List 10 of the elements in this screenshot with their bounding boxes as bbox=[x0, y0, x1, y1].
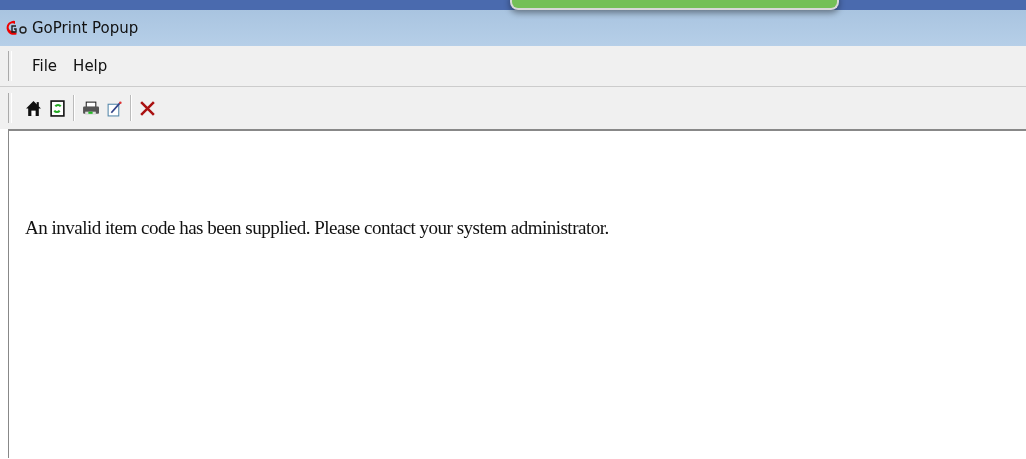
printer-icon[interactable] bbox=[82, 99, 99, 117]
error-message: An invalid item code has been supplied. Please contact your system administrator. bbox=[25, 217, 610, 239]
logo-icon bbox=[6, 20, 28, 36]
window-title: GoPrint Popup bbox=[32, 19, 139, 37]
close-icon[interactable] bbox=[139, 99, 156, 117]
refresh-document-icon[interactable] bbox=[49, 99, 66, 117]
home-icon[interactable] bbox=[25, 99, 42, 117]
menu-item[interactable]: File bbox=[26, 55, 64, 77]
edit-icon[interactable] bbox=[106, 99, 123, 117]
menu-item[interactable]: Help bbox=[67, 55, 114, 77]
